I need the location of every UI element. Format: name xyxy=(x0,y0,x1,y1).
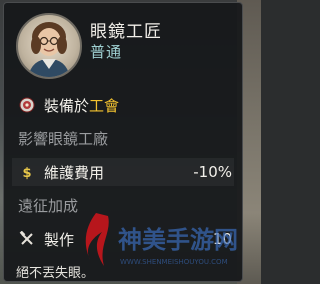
svg-text:$: $ xyxy=(22,166,31,180)
crafting-value: 10 xyxy=(212,230,232,248)
upkeep-label: 維護費用 xyxy=(44,163,105,182)
crafting-label: 製作 xyxy=(44,230,75,249)
upkeep-value: -10% xyxy=(193,163,232,181)
specialist-name: 眼鏡工匠 xyxy=(90,22,162,42)
rarity-label: 普通 xyxy=(90,43,123,61)
influence-section-title: 影響眼鏡工廠 xyxy=(18,130,109,148)
crossed-tools-icon xyxy=(18,230,36,248)
footer-note: 絕不丟失眼。 xyxy=(16,266,95,281)
specialist-portrait xyxy=(16,13,82,79)
coin-icon: $ xyxy=(18,163,36,181)
assignment-target: 工會 xyxy=(89,96,120,115)
expedition-section-title: 遠征加成 xyxy=(18,197,79,215)
guild-emblem-icon xyxy=(18,96,36,114)
upkeep-row: $ 維護費用 -10% xyxy=(18,158,232,186)
assignment-row: 裝備於 工會 xyxy=(18,91,232,119)
specialist-tooltip: 眼鏡工匠 普通 裝備於 工會 影響眼鏡工廠 $ 維護費用 -10% 遠征加成 製… xyxy=(3,2,243,282)
assignment-prefix: 裝備於 xyxy=(44,96,90,115)
crafting-row: 製作 10 xyxy=(18,225,232,253)
